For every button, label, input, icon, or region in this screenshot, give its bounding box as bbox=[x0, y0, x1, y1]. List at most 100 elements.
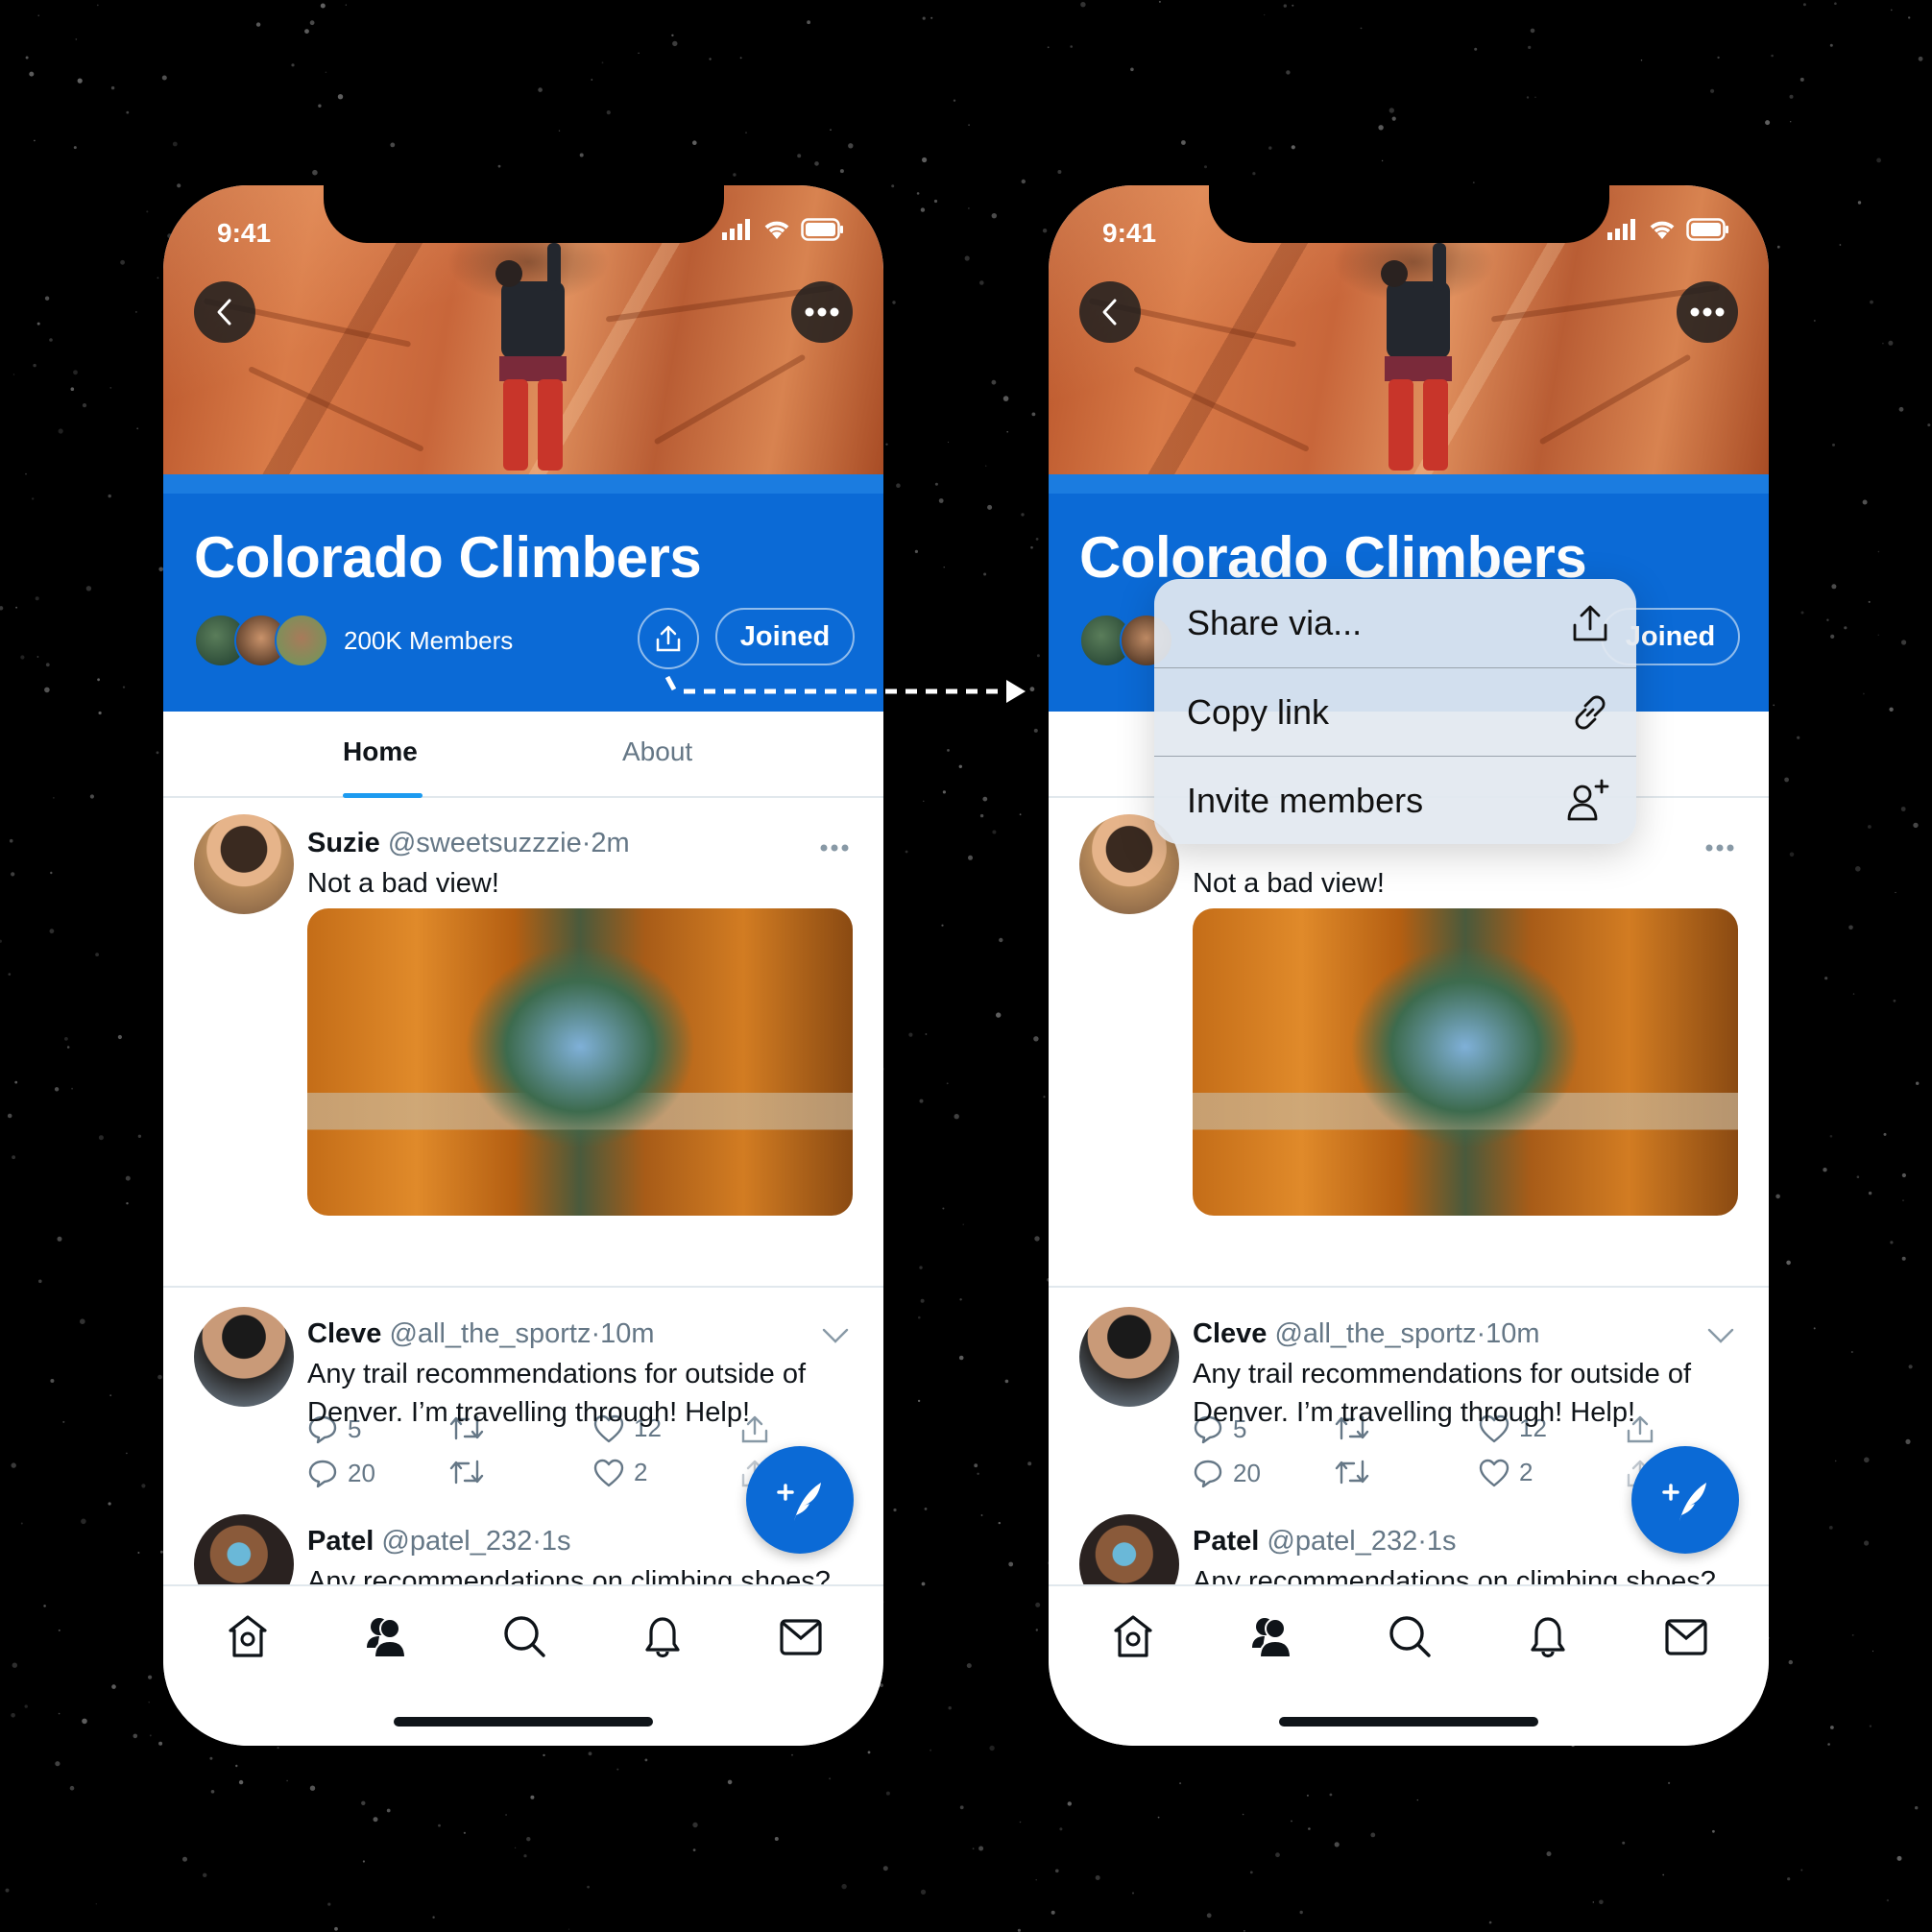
speckle-dot bbox=[111, 1684, 116, 1689]
speckle-dot bbox=[69, 1785, 75, 1791]
speckle-dot bbox=[36, 322, 40, 326]
tweet-author-handle[interactable]: @patel_232 bbox=[1267, 1526, 1417, 1557]
speckle-dot bbox=[1908, 16, 1911, 19]
menu-item-share-via[interactable]: Share via... bbox=[1154, 579, 1636, 667]
status-time: 9:41 bbox=[1102, 218, 1157, 248]
speckle-dot bbox=[1157, 1816, 1160, 1819]
speckle-dot bbox=[1070, 45, 1073, 48]
tweet-more-button[interactable] bbox=[1705, 828, 1734, 858]
notifications-icon[interactable] bbox=[640, 1613, 686, 1659]
retweet-button[interactable] bbox=[1335, 1458, 1369, 1486]
tab-home[interactable]: Home bbox=[343, 737, 418, 767]
joined-button[interactable]: Joined bbox=[715, 608, 855, 665]
speckle-dot bbox=[1067, 1801, 1073, 1806]
speckle-dot bbox=[924, 1508, 928, 1510]
notifications-icon[interactable] bbox=[1525, 1613, 1571, 1659]
speckle-dot bbox=[1848, 925, 1853, 930]
communities-icon[interactable] bbox=[363, 1613, 409, 1659]
speckle-dot bbox=[8, 973, 12, 976]
speckle-dot bbox=[438, 1823, 441, 1827]
speckle-dot bbox=[972, 1847, 975, 1850]
messages-icon[interactable] bbox=[778, 1613, 824, 1659]
tweet-media-image[interactable] bbox=[1193, 908, 1738, 1216]
compose-tweet-button[interactable] bbox=[1631, 1446, 1739, 1554]
search-icon[interactable] bbox=[1387, 1613, 1433, 1659]
speckle-dot bbox=[958, 764, 962, 768]
speckle-dot bbox=[1839, 244, 1842, 246]
reply-button[interactable]: 20 bbox=[1193, 1458, 1261, 1488]
speckle-dot bbox=[1771, 54, 1774, 58]
menu-item-copy-link[interactable]: Copy link bbox=[1154, 667, 1636, 756]
speckle-dot bbox=[1360, 27, 1363, 30]
back-button[interactable] bbox=[194, 281, 255, 343]
speckle-dot bbox=[15, 606, 17, 609]
speckle-dot bbox=[70, 387, 75, 392]
tweet-author-handle[interactable]: @patel_232 bbox=[381, 1526, 532, 1557]
speckle-dot bbox=[992, 830, 997, 834]
compose-tweet-button[interactable] bbox=[746, 1446, 854, 1554]
speckle-dot bbox=[982, 796, 988, 802]
speckle-dot bbox=[979, 813, 984, 818]
tweet-more-button[interactable] bbox=[820, 828, 849, 858]
retweet-button[interactable] bbox=[449, 1458, 484, 1486]
menu-item-invite-members[interactable]: Invite members bbox=[1154, 756, 1636, 844]
community-tabs: Home About bbox=[163, 712, 883, 798]
tweet-author-name[interactable]: Suzie bbox=[307, 828, 380, 858]
speckle-dot bbox=[58, 1712, 60, 1715]
speckle-dot bbox=[1915, 1806, 1919, 1810]
speckle-dot bbox=[1895, 891, 1896, 894]
share-community-button[interactable] bbox=[638, 608, 699, 669]
back-button[interactable] bbox=[1079, 281, 1141, 343]
speckle-dot bbox=[1004, 1379, 1009, 1384]
like-button[interactable]: 2 bbox=[1479, 1458, 1533, 1487]
avatar[interactable] bbox=[1079, 1307, 1179, 1407]
status-time: 9:41 bbox=[217, 218, 272, 248]
signal-icon bbox=[722, 219, 750, 240]
tweet-author-name[interactable]: Patel bbox=[1193, 1526, 1259, 1557]
more-options-button[interactable] bbox=[791, 281, 853, 343]
speckle-dot bbox=[807, 20, 810, 25]
speckle-dot bbox=[920, 1298, 925, 1303]
avatar[interactable] bbox=[194, 1307, 294, 1407]
speckle-dot bbox=[98, 1135, 104, 1141]
tab-about[interactable]: About bbox=[622, 737, 692, 767]
speckle-dot bbox=[1828, 1526, 1833, 1530]
tweet-menu-button[interactable] bbox=[822, 1320, 849, 1351]
speckle-dot bbox=[1891, 9, 1893, 12]
avatar[interactable] bbox=[194, 814, 294, 914]
speckle-dot bbox=[1528, 45, 1532, 50]
tweet-time: 1s bbox=[541, 1526, 571, 1557]
speckle-dot bbox=[1592, 1901, 1595, 1903]
speckle-dot bbox=[947, 441, 950, 444]
tweet-author-handle[interactable]: @sweetsuzzzie bbox=[388, 828, 582, 858]
speckle-dot bbox=[606, 110, 611, 115]
tweet-author-handle[interactable]: @all_the_sportz bbox=[1274, 1318, 1476, 1349]
climber-figure bbox=[495, 243, 567, 471]
tweet-media-image[interactable] bbox=[307, 908, 853, 1216]
speckle-dot bbox=[110, 85, 115, 90]
tweet-menu-button[interactable] bbox=[1707, 1320, 1734, 1351]
tweet-author-handle[interactable]: @all_the_sportz bbox=[389, 1318, 591, 1349]
chevron-down-icon bbox=[822, 1328, 849, 1343]
speckle-dot bbox=[1286, 70, 1291, 75]
tweet-author-name[interactable]: Cleve bbox=[1193, 1318, 1267, 1349]
communities-icon[interactable] bbox=[1248, 1613, 1294, 1659]
speckle-dot bbox=[953, 99, 956, 102]
home-icon[interactable] bbox=[1110, 1613, 1156, 1659]
reply-button[interactable]: 20 bbox=[307, 1458, 375, 1488]
home-icon[interactable] bbox=[225, 1613, 271, 1659]
more-options-button[interactable] bbox=[1677, 281, 1738, 343]
members-summary[interactable]: 200K Members bbox=[194, 614, 513, 667]
reply-icon bbox=[308, 1460, 337, 1488]
search-icon[interactable] bbox=[501, 1613, 547, 1659]
like-button[interactable]: 2 bbox=[593, 1458, 647, 1487]
speckle-dot bbox=[82, 1718, 87, 1725]
speckle-dot bbox=[137, 1134, 142, 1139]
speckle-dot bbox=[1158, 0, 1161, 3]
messages-icon[interactable] bbox=[1663, 1613, 1709, 1659]
retweet-icon bbox=[1335, 1460, 1369, 1485]
speckle-dot bbox=[1047, 46, 1050, 49]
speckle-dot bbox=[867, 1751, 871, 1754]
tweet-author-name[interactable]: Patel bbox=[307, 1526, 374, 1557]
tweet-author-name[interactable]: Cleve bbox=[307, 1318, 381, 1349]
